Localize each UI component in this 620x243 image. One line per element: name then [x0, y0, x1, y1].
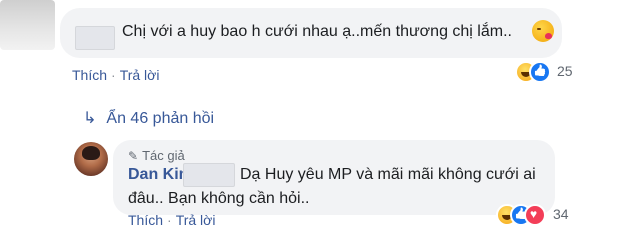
comment-text: Chị với a huy bao h cưới nhau ạ..mến thư…: [122, 23, 512, 40]
reply-link[interactable]: Trả lời: [176, 212, 216, 228]
pencil-icon: ✎: [128, 149, 139, 163]
author-badge-label: Tác giả: [142, 148, 185, 163]
like-reaction-icon: [529, 61, 551, 83]
love-reaction-icon: [524, 204, 546, 226]
reply-link[interactable]: Trả lời: [120, 67, 160, 83]
mentioned-name-redacted[interactable]: [183, 163, 235, 187]
separator-dot: ·: [167, 212, 172, 228]
reaction-count: 34: [553, 206, 569, 222]
reply-text-line1: Dạ Huy yêu MP và mãi mãi không cưới ai: [240, 166, 536, 183]
reply-text-line2: đâu.. Bạn không cần hỏi..: [128, 190, 310, 207]
hide-replies-link[interactable]: ↳ Ẩn 46 phản hồi: [83, 108, 214, 128]
commenter-name-redacted[interactable]: [75, 26, 115, 50]
separator-dot: ·: [111, 67, 116, 83]
reaction-count: 25: [557, 63, 573, 79]
kissing-heart-emoji-icon: [532, 20, 554, 42]
like-link[interactable]: Thích: [72, 67, 107, 83]
comment-actions: Thích · Trả lời: [72, 67, 159, 83]
reply-actions: Thích · Trả lời: [128, 212, 215, 228]
reply-arrow-icon: ↳: [83, 110, 97, 127]
like-link[interactable]: Thích: [128, 212, 163, 228]
author-avatar[interactable]: [74, 142, 108, 176]
commenter-avatar[interactable]: [0, 0, 55, 50]
author-badge: ✎ Tác giả: [128, 148, 185, 163]
hide-replies-label: Ẩn 46 phản hồi: [106, 110, 215, 127]
